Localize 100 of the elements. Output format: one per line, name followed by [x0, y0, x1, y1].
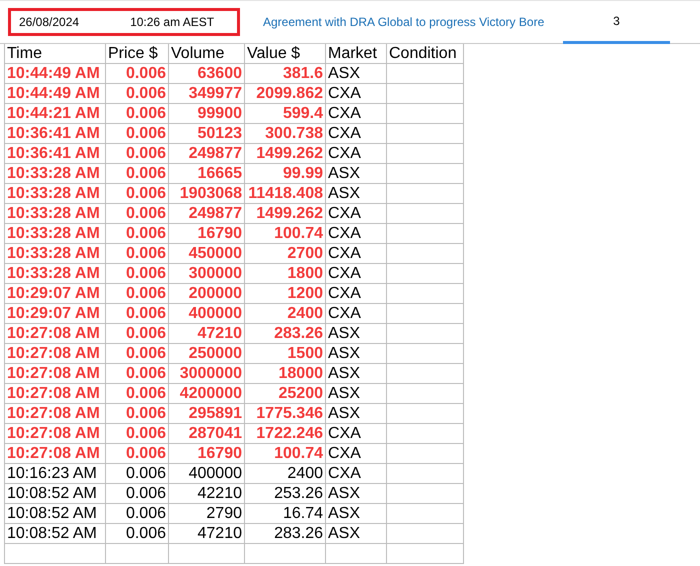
table-cell: 253.26 — [245, 484, 326, 504]
table-cell: 10:08:52 AM — [5, 524, 106, 544]
table-cell: 200000 — [169, 284, 245, 304]
table-cell: 400000 — [169, 304, 245, 324]
table-cell: 0.006 — [106, 504, 169, 524]
table-cell: 10:16:23 AM — [5, 464, 106, 484]
table-cell: 0.006 — [106, 384, 169, 404]
table-cell: CXA — [326, 444, 387, 464]
empty-cell — [326, 544, 387, 564]
table-cell: 0.006 — [106, 444, 169, 464]
table-cell: 249877 — [169, 204, 245, 224]
table-cell: 18000 — [245, 364, 326, 384]
table-cell: 16790 — [169, 444, 245, 464]
table-cell: 10:27:08 AM — [5, 364, 106, 384]
table-cell: 0.006 — [106, 64, 169, 84]
table-cell: 10:33:28 AM — [5, 264, 106, 284]
table-cell: CXA — [326, 204, 387, 224]
table-cell: 99900 — [169, 104, 245, 124]
table-cell: 2400 — [245, 464, 326, 484]
table-cell: 283.26 — [245, 324, 326, 344]
table-cell: 287041 — [169, 424, 245, 444]
table-cell: 349977 — [169, 84, 245, 104]
table-cell: 0.006 — [106, 364, 169, 384]
table-cell: 2400 — [245, 304, 326, 324]
table-cell: 1499.262 — [245, 204, 326, 224]
table-cell: CXA — [326, 224, 387, 244]
table-cell: 2790 — [169, 504, 245, 524]
table-cell: CXA — [326, 264, 387, 284]
table-cell: 10:27:08 AM — [5, 324, 106, 344]
table-cell: 50123 — [169, 124, 245, 144]
table-cell: CXA — [326, 424, 387, 444]
table-cell: 10:36:41 AM — [5, 144, 106, 164]
table-cell: CXA — [326, 84, 387, 104]
table-cell: 10:44:49 AM — [5, 84, 106, 104]
table-cell: 2099.862 — [245, 84, 326, 104]
table-cell: 0.006 — [106, 84, 169, 104]
table-cell: 10:27:08 AM — [5, 404, 106, 424]
table-cell: 295891 — [169, 404, 245, 424]
table-cell: 42210 — [169, 484, 245, 504]
column-header: Time — [5, 44, 106, 64]
table-cell: 10:44:49 AM — [5, 64, 106, 84]
table-cell: CXA — [326, 464, 387, 484]
table-cell: 10:33:28 AM — [5, 224, 106, 244]
table-cell: 4200000 — [169, 384, 245, 404]
table-cell: ASX — [326, 164, 387, 184]
table-cell: 0.006 — [106, 184, 169, 204]
table-cell: ASX — [326, 524, 387, 544]
table-cell: 0.006 — [106, 304, 169, 324]
table-cell: 10:44:21 AM — [5, 104, 106, 124]
table-cell: 0.006 — [106, 224, 169, 244]
table-cell: 16790 — [169, 224, 245, 244]
table-cell: 10:29:07 AM — [5, 284, 106, 304]
table-cell: CXA — [326, 124, 387, 144]
table-cell: 0.006 — [106, 284, 169, 304]
table-cell: CXA — [326, 284, 387, 304]
table-cell: 10:33:28 AM — [5, 204, 106, 224]
announcement-count[interactable]: 3 — [563, 1, 670, 44]
table-cell: 300000 — [169, 264, 245, 284]
table-cell: 100.74 — [245, 224, 326, 244]
table-cell: 16665 — [169, 164, 245, 184]
time-text: 10:26 am AEST — [130, 15, 214, 29]
table-cell: 381.6 — [245, 64, 326, 84]
table-cell: 1800 — [245, 264, 326, 284]
table-cell: 2700 — [245, 244, 326, 264]
table-cell: ASX — [326, 404, 387, 424]
table-cell: 10:27:08 AM — [5, 444, 106, 464]
table-cell: 450000 — [169, 244, 245, 264]
table-cell: 599.4 — [245, 104, 326, 124]
table-cell: 10:08:52 AM — [5, 504, 106, 524]
table-cell: 300.738 — [245, 124, 326, 144]
table-cell: 10:27:08 AM — [5, 384, 106, 404]
table-cell: ASX — [326, 184, 387, 204]
column-header: Price $ — [106, 44, 169, 64]
column-header: Market — [326, 44, 387, 64]
table-cell: 99.99 — [245, 164, 326, 184]
table-cell: 0.006 — [106, 104, 169, 124]
table-cell: CXA — [326, 244, 387, 264]
table-cell: 10:36:41 AM — [5, 124, 106, 144]
table-cell: 400000 — [169, 464, 245, 484]
table-cell: 0.006 — [106, 124, 169, 144]
table-cell: 47210 — [169, 324, 245, 344]
empty-cell — [106, 544, 169, 564]
table-cell: 1499.262 — [245, 144, 326, 164]
table-cell: ASX — [326, 324, 387, 344]
table-cell: 1500 — [245, 344, 326, 364]
table-cell: 0.006 — [106, 404, 169, 424]
table-cell: CXA — [326, 104, 387, 124]
table-cell: 250000 — [169, 344, 245, 364]
table-cell: 10:08:52 AM — [5, 484, 106, 504]
table-cell: ASX — [326, 384, 387, 404]
table-cell: 25200 — [245, 384, 326, 404]
table-cell: 100.74 — [245, 444, 326, 464]
table-cell: 10:33:28 AM — [5, 164, 106, 184]
table-cell: 3000000 — [169, 364, 245, 384]
column-header: Value $ — [245, 44, 326, 64]
announcement-link[interactable]: Agreement with DRA Global to progress Victory Bore — [263, 15, 544, 29]
table-cell: 47210 — [169, 524, 245, 544]
table-cell: 0.006 — [106, 164, 169, 184]
table-cell: 0.006 — [106, 524, 169, 544]
date-text: 26/08/2024 — [19, 15, 80, 29]
